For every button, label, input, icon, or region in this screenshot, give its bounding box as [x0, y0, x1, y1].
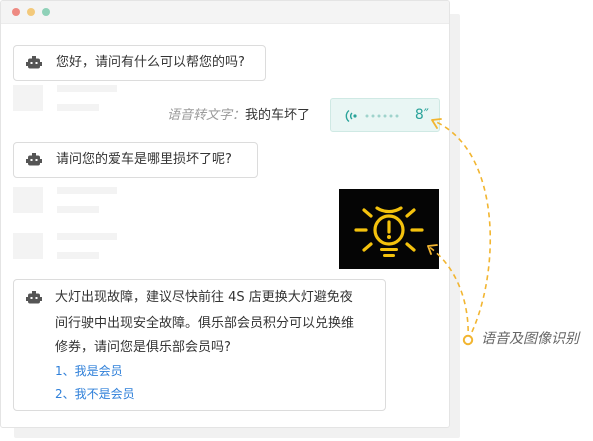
- arrow-to-voice: [431, 119, 492, 341]
- annotation-arrows: [427, 118, 492, 346]
- annotation-origin-dot: [462, 334, 474, 346]
- arrow-to-image: [427, 245, 469, 341]
- annotation-label: 语音及图像识别: [481, 331, 579, 347]
